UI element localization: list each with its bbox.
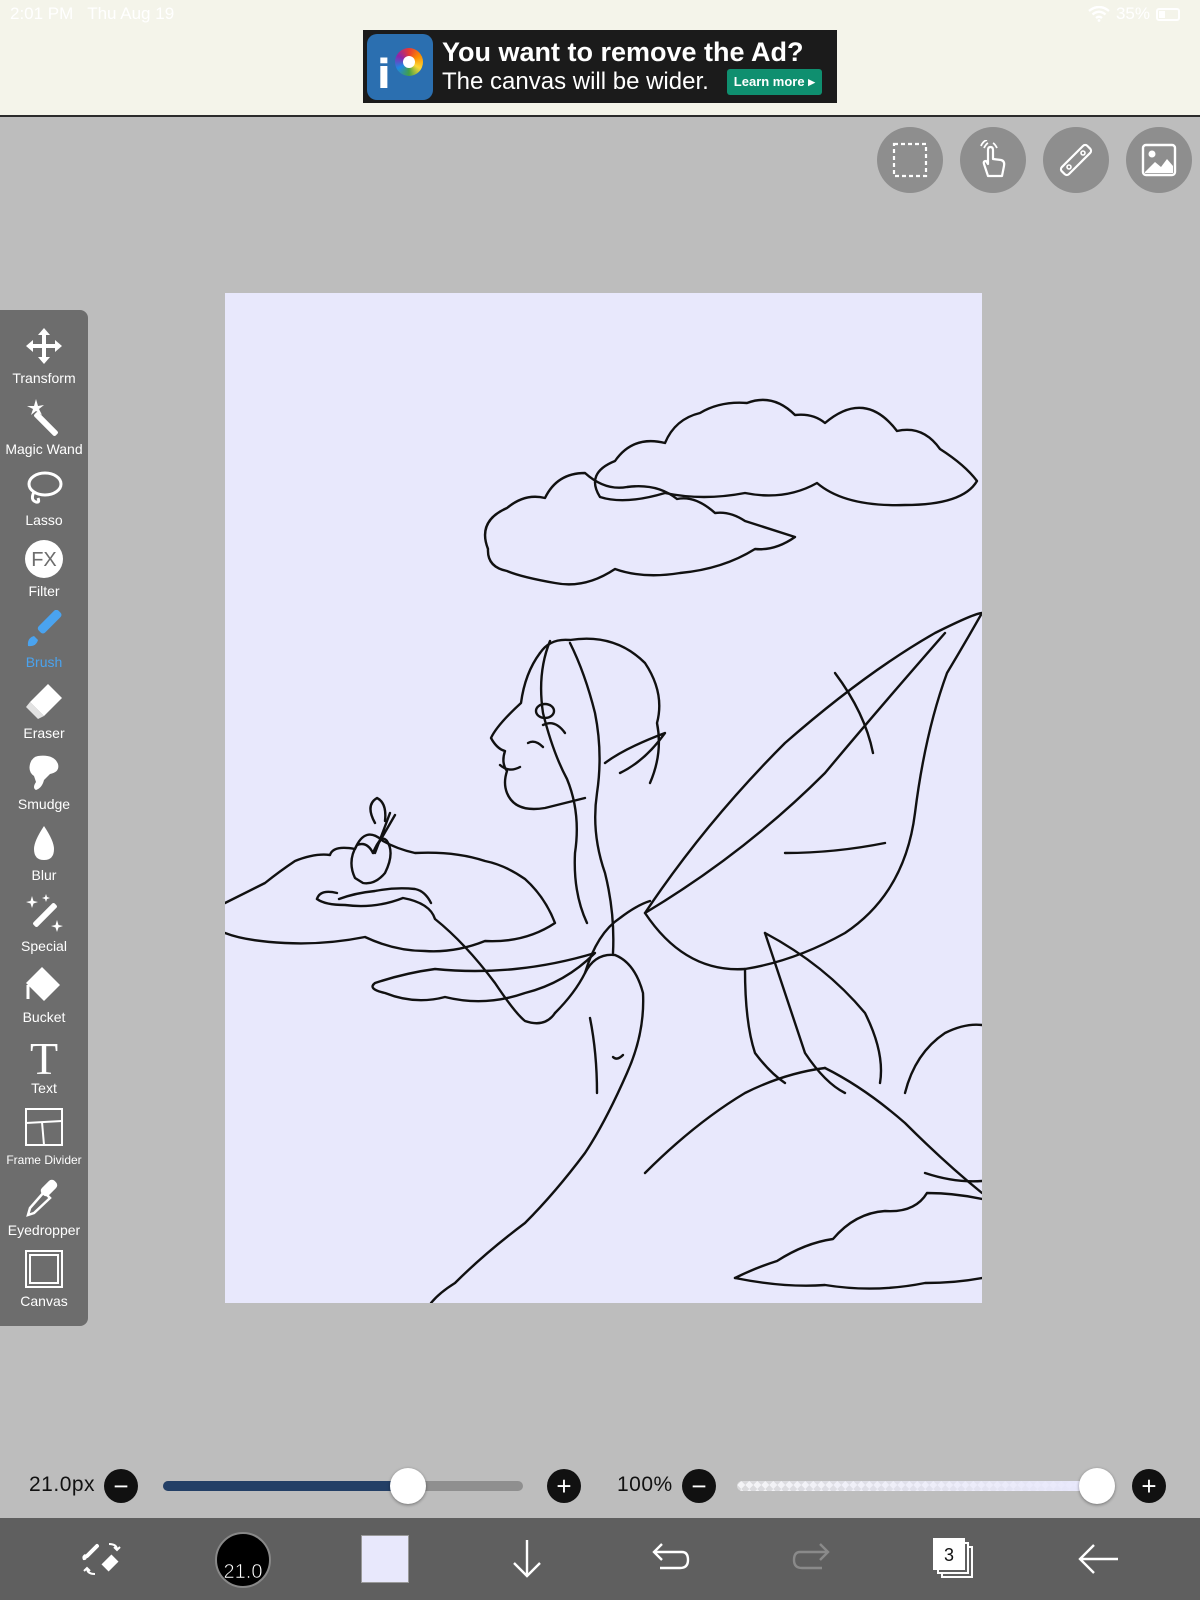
reference-image-button[interactable] xyxy=(1126,127,1192,193)
image-icon xyxy=(1141,143,1177,177)
ruler-button[interactable] xyxy=(1043,127,1109,193)
text-icon: T xyxy=(30,1036,58,1076)
fairy-line-art xyxy=(225,398,982,1303)
blur-icon xyxy=(34,826,54,860)
arrow-down-icon xyxy=(513,1540,541,1578)
tool-smudge[interactable]: Smudge xyxy=(0,748,88,819)
battery-icon xyxy=(1156,7,1180,21)
tool-special[interactable]: Special xyxy=(0,890,88,961)
tool-filter[interactable]: FX Filter xyxy=(0,535,88,606)
tool-label: Canvas xyxy=(20,1293,68,1309)
tool-label: Bucket xyxy=(22,1009,66,1025)
tool-label: Eraser xyxy=(23,725,65,741)
quick-tool-toggle-button[interactable] xyxy=(75,1532,129,1586)
lasso-icon xyxy=(27,471,63,504)
opacity-thumb[interactable] xyxy=(1079,1468,1115,1504)
tool-label: Filter xyxy=(28,583,60,599)
tool-brush[interactable]: Brush xyxy=(0,606,88,677)
hand-gesture-icon xyxy=(980,140,1006,178)
tool-label: Brush xyxy=(25,654,63,670)
brush-size-slider[interactable] xyxy=(163,1481,523,1491)
tool-label: Magic Wand xyxy=(5,441,83,457)
battery-percent: 35% xyxy=(1115,4,1150,23)
magic-wand-icon xyxy=(27,399,58,436)
tool-label: Lasso xyxy=(25,512,63,528)
tool-magic-wand[interactable]: Magic Wand xyxy=(0,393,88,464)
layer-count: 3 xyxy=(933,1538,965,1570)
gesture-button[interactable] xyxy=(960,127,1026,193)
learn-more-button[interactable]: Learn more ▸ xyxy=(726,69,822,95)
ad-banner[interactable]: i You want to remove the Ad? The canvas … xyxy=(363,30,837,103)
opacity-fill xyxy=(737,1481,1101,1491)
top-bar: 2:01 PM Thu Aug 19 35% i You want to rem… xyxy=(0,0,1200,117)
arrow-left-icon xyxy=(1078,1544,1118,1574)
tool-label: Eyedropper xyxy=(7,1222,81,1238)
tool-label: Special xyxy=(21,938,67,954)
ad-title: You want to remove the Ad? xyxy=(442,37,804,67)
transform-icon xyxy=(26,328,62,364)
tool-bucket[interactable]: Bucket xyxy=(0,961,88,1032)
opacity-increase-button[interactable]: + xyxy=(1132,1469,1166,1503)
tool-transform[interactable]: Transform xyxy=(0,322,88,393)
layer-down-button[interactable] xyxy=(500,1532,554,1586)
bottom-toolbar: 21.0 3 xyxy=(0,1518,1200,1600)
brush-size-badge: 21.0 xyxy=(223,1561,263,1584)
svg-text:FX: FX xyxy=(31,549,57,571)
brush-size-value: 21.0px xyxy=(29,1473,96,1496)
layers-button[interactable]: 3 xyxy=(933,1538,975,1580)
fx-icon: FX xyxy=(25,540,63,578)
brush-size-thumb[interactable] xyxy=(389,1468,426,1504)
brush-size-preview-button[interactable]: 21.0 xyxy=(215,1532,271,1588)
brush-size-fill xyxy=(163,1481,408,1491)
bucket-icon xyxy=(26,967,60,1001)
frame-divider-icon xyxy=(25,1108,63,1146)
selection-icon xyxy=(892,142,928,178)
ruler-icon xyxy=(1059,143,1093,177)
tool-eraser[interactable]: Eraser xyxy=(0,677,88,748)
ibispaint-logo-icon: i xyxy=(367,33,433,100)
eraser-icon xyxy=(26,684,62,719)
opacity-slider[interactable] xyxy=(737,1481,1101,1491)
smudge-icon xyxy=(29,755,59,790)
tool-eyedropper[interactable]: Eyedropper xyxy=(0,1174,88,1245)
status-time-date: 2:01 PM Thu Aug 19 xyxy=(10,4,174,24)
redo-icon xyxy=(792,1543,830,1570)
brush-size-increase-button[interactable]: + xyxy=(547,1469,581,1503)
opacity-decrease-button[interactable]: − xyxy=(682,1469,716,1503)
undo-button[interactable] xyxy=(642,1532,696,1586)
wifi-icon xyxy=(1088,6,1110,22)
tool-label: Smudge xyxy=(17,796,71,812)
status-date: Thu Aug 19 xyxy=(87,4,175,23)
redo-button[interactable] xyxy=(786,1532,840,1586)
tool-label: Frame Divider xyxy=(6,1153,82,1167)
slider-row: 21.0px − + 100% − + xyxy=(0,1467,1200,1507)
drawing-canvas[interactable] xyxy=(225,293,982,1303)
tool-frame-divider[interactable]: Frame Divider xyxy=(0,1103,88,1174)
ad-text: You want to remove the Ad? The canvas wi… xyxy=(442,37,822,96)
brush-eraser-swap-icon xyxy=(82,1543,121,1575)
opacity-value: 100% xyxy=(617,1473,673,1496)
tool-label: Text xyxy=(31,1080,57,1096)
status-right: 35% xyxy=(1088,4,1180,24)
color-picker-button[interactable] xyxy=(361,1535,409,1583)
tool-lasso[interactable]: Lasso xyxy=(0,464,88,535)
tool-label: Blur xyxy=(31,867,57,883)
tool-text[interactable]: T Text xyxy=(0,1032,88,1103)
special-icon xyxy=(26,894,63,932)
tool-panel: Transform Magic Wand Lasso FX Filter Bru… xyxy=(0,310,88,1326)
selection-button[interactable] xyxy=(877,127,943,193)
undo-icon xyxy=(652,1543,690,1570)
svg-text:T: T xyxy=(30,1036,58,1076)
status-time: 2:01 PM xyxy=(10,4,74,23)
back-button[interactable] xyxy=(1072,1532,1126,1586)
canvas-icon xyxy=(25,1250,63,1288)
ad-subtitle: The canvas will be wider. xyxy=(442,68,709,95)
eyedropper-icon xyxy=(26,1179,58,1217)
tool-label: Transform xyxy=(12,370,76,386)
tool-blur[interactable]: Blur xyxy=(0,819,88,890)
brush-icon xyxy=(27,610,62,647)
brush-size-decrease-button[interactable]: − xyxy=(104,1469,138,1503)
tool-canvas[interactable]: Canvas xyxy=(0,1245,88,1316)
